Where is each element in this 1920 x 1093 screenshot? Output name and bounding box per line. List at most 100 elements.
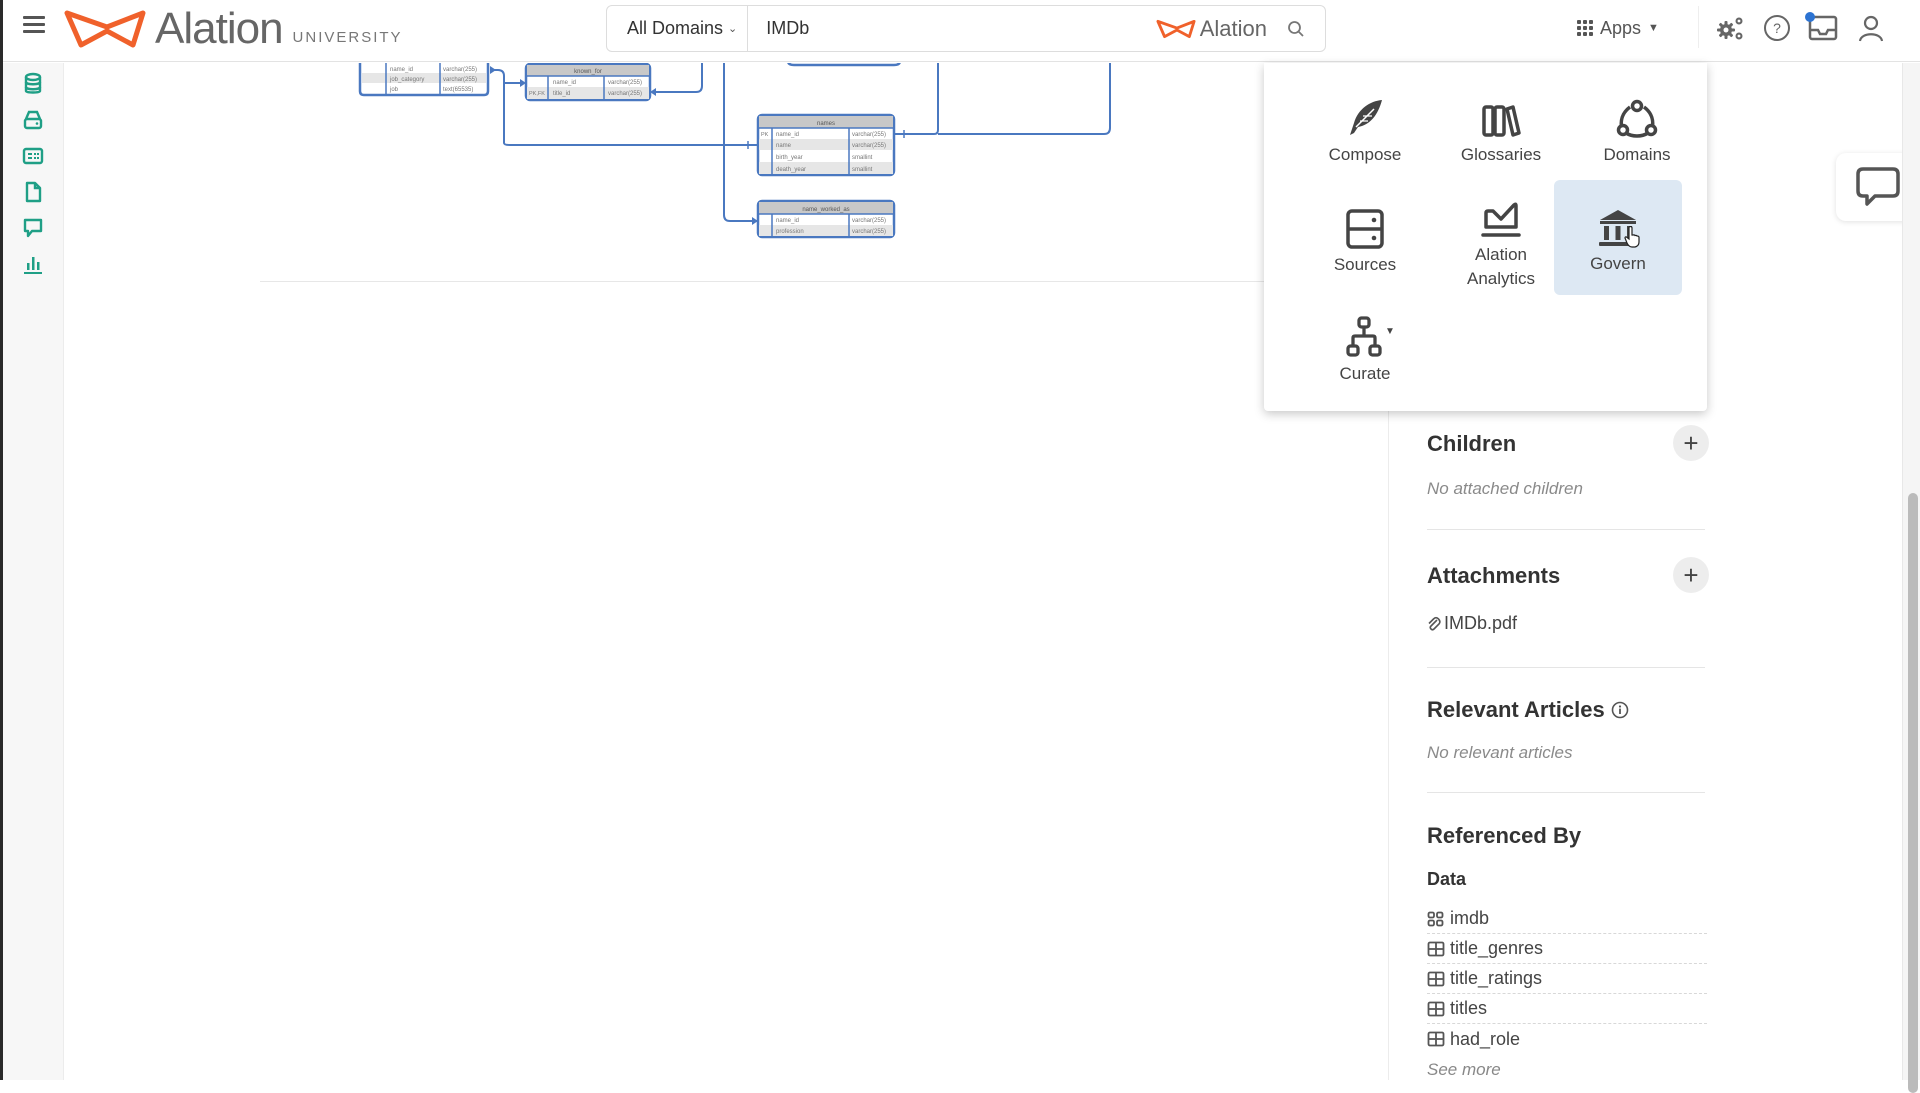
caret-down-icon: ▼ <box>1648 22 1659 34</box>
alation-logo[interactable]: Alation UNIVERSITY <box>63 4 403 54</box>
referenced-item-label: had_role <box>1450 1028 1521 1049</box>
scrollbar-thumb[interactable] <box>1908 493 1918 1093</box>
erd-cell: varchar(255) <box>443 67 477 73</box>
app-sources[interactable]: Sources <box>1301 181 1429 293</box>
attachments-title: Attachments <box>1427 563 1561 588</box>
table-icon <box>1427 971 1445 986</box>
search-input[interactable] <box>748 18 1156 39</box>
domains-network-icon <box>1616 99 1658 138</box>
erd-cell: varchar(255) <box>852 218 886 224</box>
erd-cell: job <box>389 87 399 93</box>
settings-gears-icon[interactable] <box>1715 12 1747 44</box>
erd-cell: PK <box>761 132 769 138</box>
erd-cell: birth_year <box>776 155 803 161</box>
app-label: Alation Analytics <box>1466 245 1536 288</box>
search-icon[interactable] <box>1287 20 1305 38</box>
left-navigation-rail <box>3 63 64 1080</box>
logo-text: Alation <box>155 4 284 53</box>
section-divider <box>1427 792 1705 793</box>
erd-connector <box>654 63 703 93</box>
app-label: Curate <box>1339 364 1391 383</box>
see-more-link[interactable]: See more <box>1427 1060 1707 1080</box>
children-title: Children <box>1427 431 1517 456</box>
referenced-item-label: imdb <box>1450 908 1490 928</box>
books-icon <box>1482 105 1521 137</box>
erd-cell: varchar(255) <box>852 132 886 138</box>
database-icon[interactable] <box>20 71 46 97</box>
app-label: Govern <box>1590 254 1646 273</box>
add-child-button[interactable]: + <box>1673 425 1709 461</box>
search-brand: Alation <box>1156 16 1267 42</box>
domain-filter-select[interactable]: All Domains ⌄ <box>607 6 749 51</box>
relevant-articles-title: Relevant Articles <box>1427 697 1707 723</box>
app-glossaries[interactable]: Glossaries <box>1437 71 1565 183</box>
document-icon[interactable] <box>20 179 46 205</box>
help-icon[interactable]: ? <box>1761 12 1793 44</box>
table-icon <box>1427 941 1445 956</box>
apps-menu-button[interactable]: Apps ▼ <box>1577 14 1659 42</box>
erd-cell: name_id <box>553 80 576 86</box>
user-icon[interactable] <box>1855 12 1887 44</box>
app-curate[interactable]: ▼ Curate <box>1301 290 1429 402</box>
erd-table-known-for[interactable]: known_for name_id varchar(255) PK,FK tit… <box>524 63 652 102</box>
catalog-card-icon[interactable] <box>20 143 46 169</box>
section-divider <box>1427 529 1705 530</box>
referenced-item[interactable]: imdb <box>1427 904 1707 934</box>
erd-cell: varchar(255) <box>608 91 642 97</box>
info-icon[interactable] <box>1611 701 1629 719</box>
svg-text:?: ? <box>1773 20 1781 36</box>
app-domains[interactable]: Domains <box>1573 71 1701 183</box>
erd-connector <box>894 63 939 135</box>
schema-icon <box>1427 911 1444 926</box>
erd-cell: smallint <box>852 155 873 161</box>
referenced-item[interactable]: title_ratings <box>1427 964 1707 994</box>
app-alation-analytics[interactable]: Alation Analytics <box>1437 181 1565 293</box>
app-compose[interactable]: Compose <box>1301 71 1429 183</box>
app-label: Domains <box>1603 145 1671 164</box>
referenced-by-section: Referenced By Data imdb title_genres tit… <box>1427 823 1707 1080</box>
erd-cell: smallint <box>852 167 873 173</box>
erd-table-job[interactable]: name_id varchar(255) job_category varcha… <box>358 63 490 97</box>
erd-cell: varchar(255) <box>852 229 886 235</box>
attachment-link[interactable]: IMDb.pdf <box>1427 613 1707 634</box>
notification-dot <box>1805 12 1815 22</box>
referenced-item[interactable]: titles <box>1427 994 1707 1024</box>
logo-subtext: UNIVERSITY <box>292 28 403 46</box>
erd-cell: name <box>776 143 792 149</box>
referenced-item-label: titles <box>1450 998 1488 1018</box>
app-govern[interactable]: Govern <box>1554 180 1682 295</box>
caret-down-icon[interactable]: ▼ <box>1385 326 1395 337</box>
erd-table-title: known_for <box>574 69 602 75</box>
children-empty-text: No attached children <box>1427 479 1583 498</box>
toolbar-divider <box>1698 6 1699 48</box>
inbox-button[interactable] <box>1805 12 1839 44</box>
children-section: Children + No attached children <box>1427 425 1709 499</box>
analytics-bar-icon[interactable] <box>20 251 46 277</box>
source-drive-icon[interactable] <box>20 107 46 133</box>
app-label: Glossaries <box>1460 145 1542 164</box>
alation-bowtie-icon <box>64 10 146 48</box>
section-divider <box>1427 667 1705 668</box>
apps-label: Apps <box>1600 17 1642 38</box>
erd-table-title: names <box>817 121 835 127</box>
conversation-icon[interactable] <box>20 215 46 241</box>
erd-cell: text(65535) <box>443 87 473 93</box>
apps-grid-icon <box>1577 20 1593 36</box>
chevron-down-icon: ⌄ <box>728 23 738 35</box>
add-attachment-button[interactable]: + <box>1673 557 1709 593</box>
vertical-scrollbar[interactable] <box>1902 63 1920 1093</box>
hamburger-icon[interactable] <box>23 16 45 36</box>
erd-cell: varchar(255) <box>852 143 886 149</box>
paperclip-icon <box>1428 616 1441 631</box>
apps-dropdown-menu: Compose Glossaries Domains Sources Alati… <box>1264 63 1707 411</box>
referenced-item[interactable]: had_role <box>1427 1024 1707 1054</box>
erd-cell: name_id <box>776 132 799 138</box>
erd-cell: varchar(255) <box>443 77 477 83</box>
erd-diagram[interactable]: name_id varchar(255) job_category varcha… <box>64 63 1388 293</box>
referenced-item[interactable]: title_genres <box>1427 934 1707 964</box>
erd-table-name-worked-as[interactable]: name_worked_as name_id varchar(255) prof… <box>756 199 896 239</box>
chat-bubble-icon <box>1856 167 1900 206</box>
erd-table-names[interactable]: names PK name_id varchar(255) name varch… <box>756 113 896 177</box>
main-content: name_id varchar(255) job_category varcha… <box>64 63 1388 1080</box>
erd-cell: death_year <box>776 167 806 173</box>
